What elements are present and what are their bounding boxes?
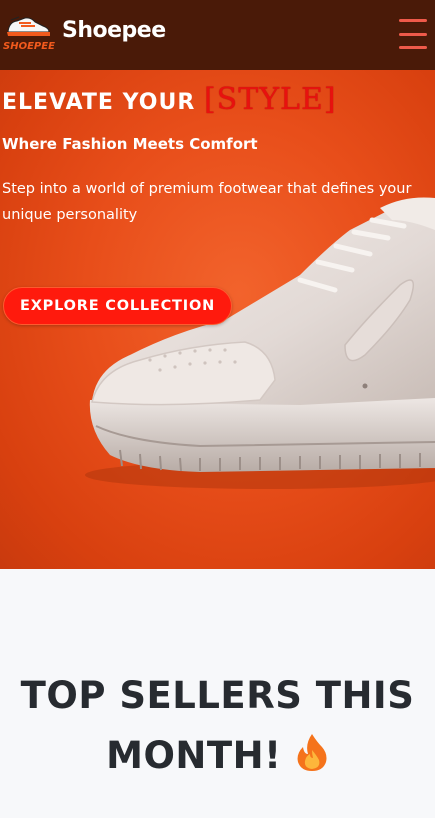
menu-bar — [399, 46, 427, 49]
brand-name[interactable]: Shoepee — [62, 18, 166, 43]
hero-description: Step into a world of premium footwear th… — [2, 181, 412, 223]
hero-title: ELEVATE YOUR [STYLE] — [2, 82, 337, 117]
top-sellers-title: TOP SELLERS THIS MONTH! — [20, 674, 415, 777]
top-sellers-heading: TOP SELLERS THIS MONTH! — [0, 666, 435, 786]
sneaker-logo-icon — [7, 16, 50, 36]
logo-text: SHOEPEE — [3, 41, 55, 52]
hamburger-menu-icon[interactable] — [399, 19, 427, 49]
menu-bar — [399, 32, 427, 36]
hero-banner: ELEVATE YOUR [STYLE] Where Fashion Meets… — [0, 70, 435, 569]
explore-collection-button[interactable]: EXPLORE COLLECTION — [3, 287, 232, 325]
hero-subtitle: Where Fashion Meets Comfort — [2, 135, 258, 153]
fire-icon — [297, 734, 327, 771]
hero-title-accent: [STYLE] — [203, 82, 337, 117]
site-header: SHOEPEE Shoepee — [0, 0, 435, 70]
menu-bar — [399, 19, 427, 22]
hero-title-text: ELEVATE YOUR — [2, 90, 196, 115]
logo[interactable]: SHOEPEE — [3, 12, 55, 54]
